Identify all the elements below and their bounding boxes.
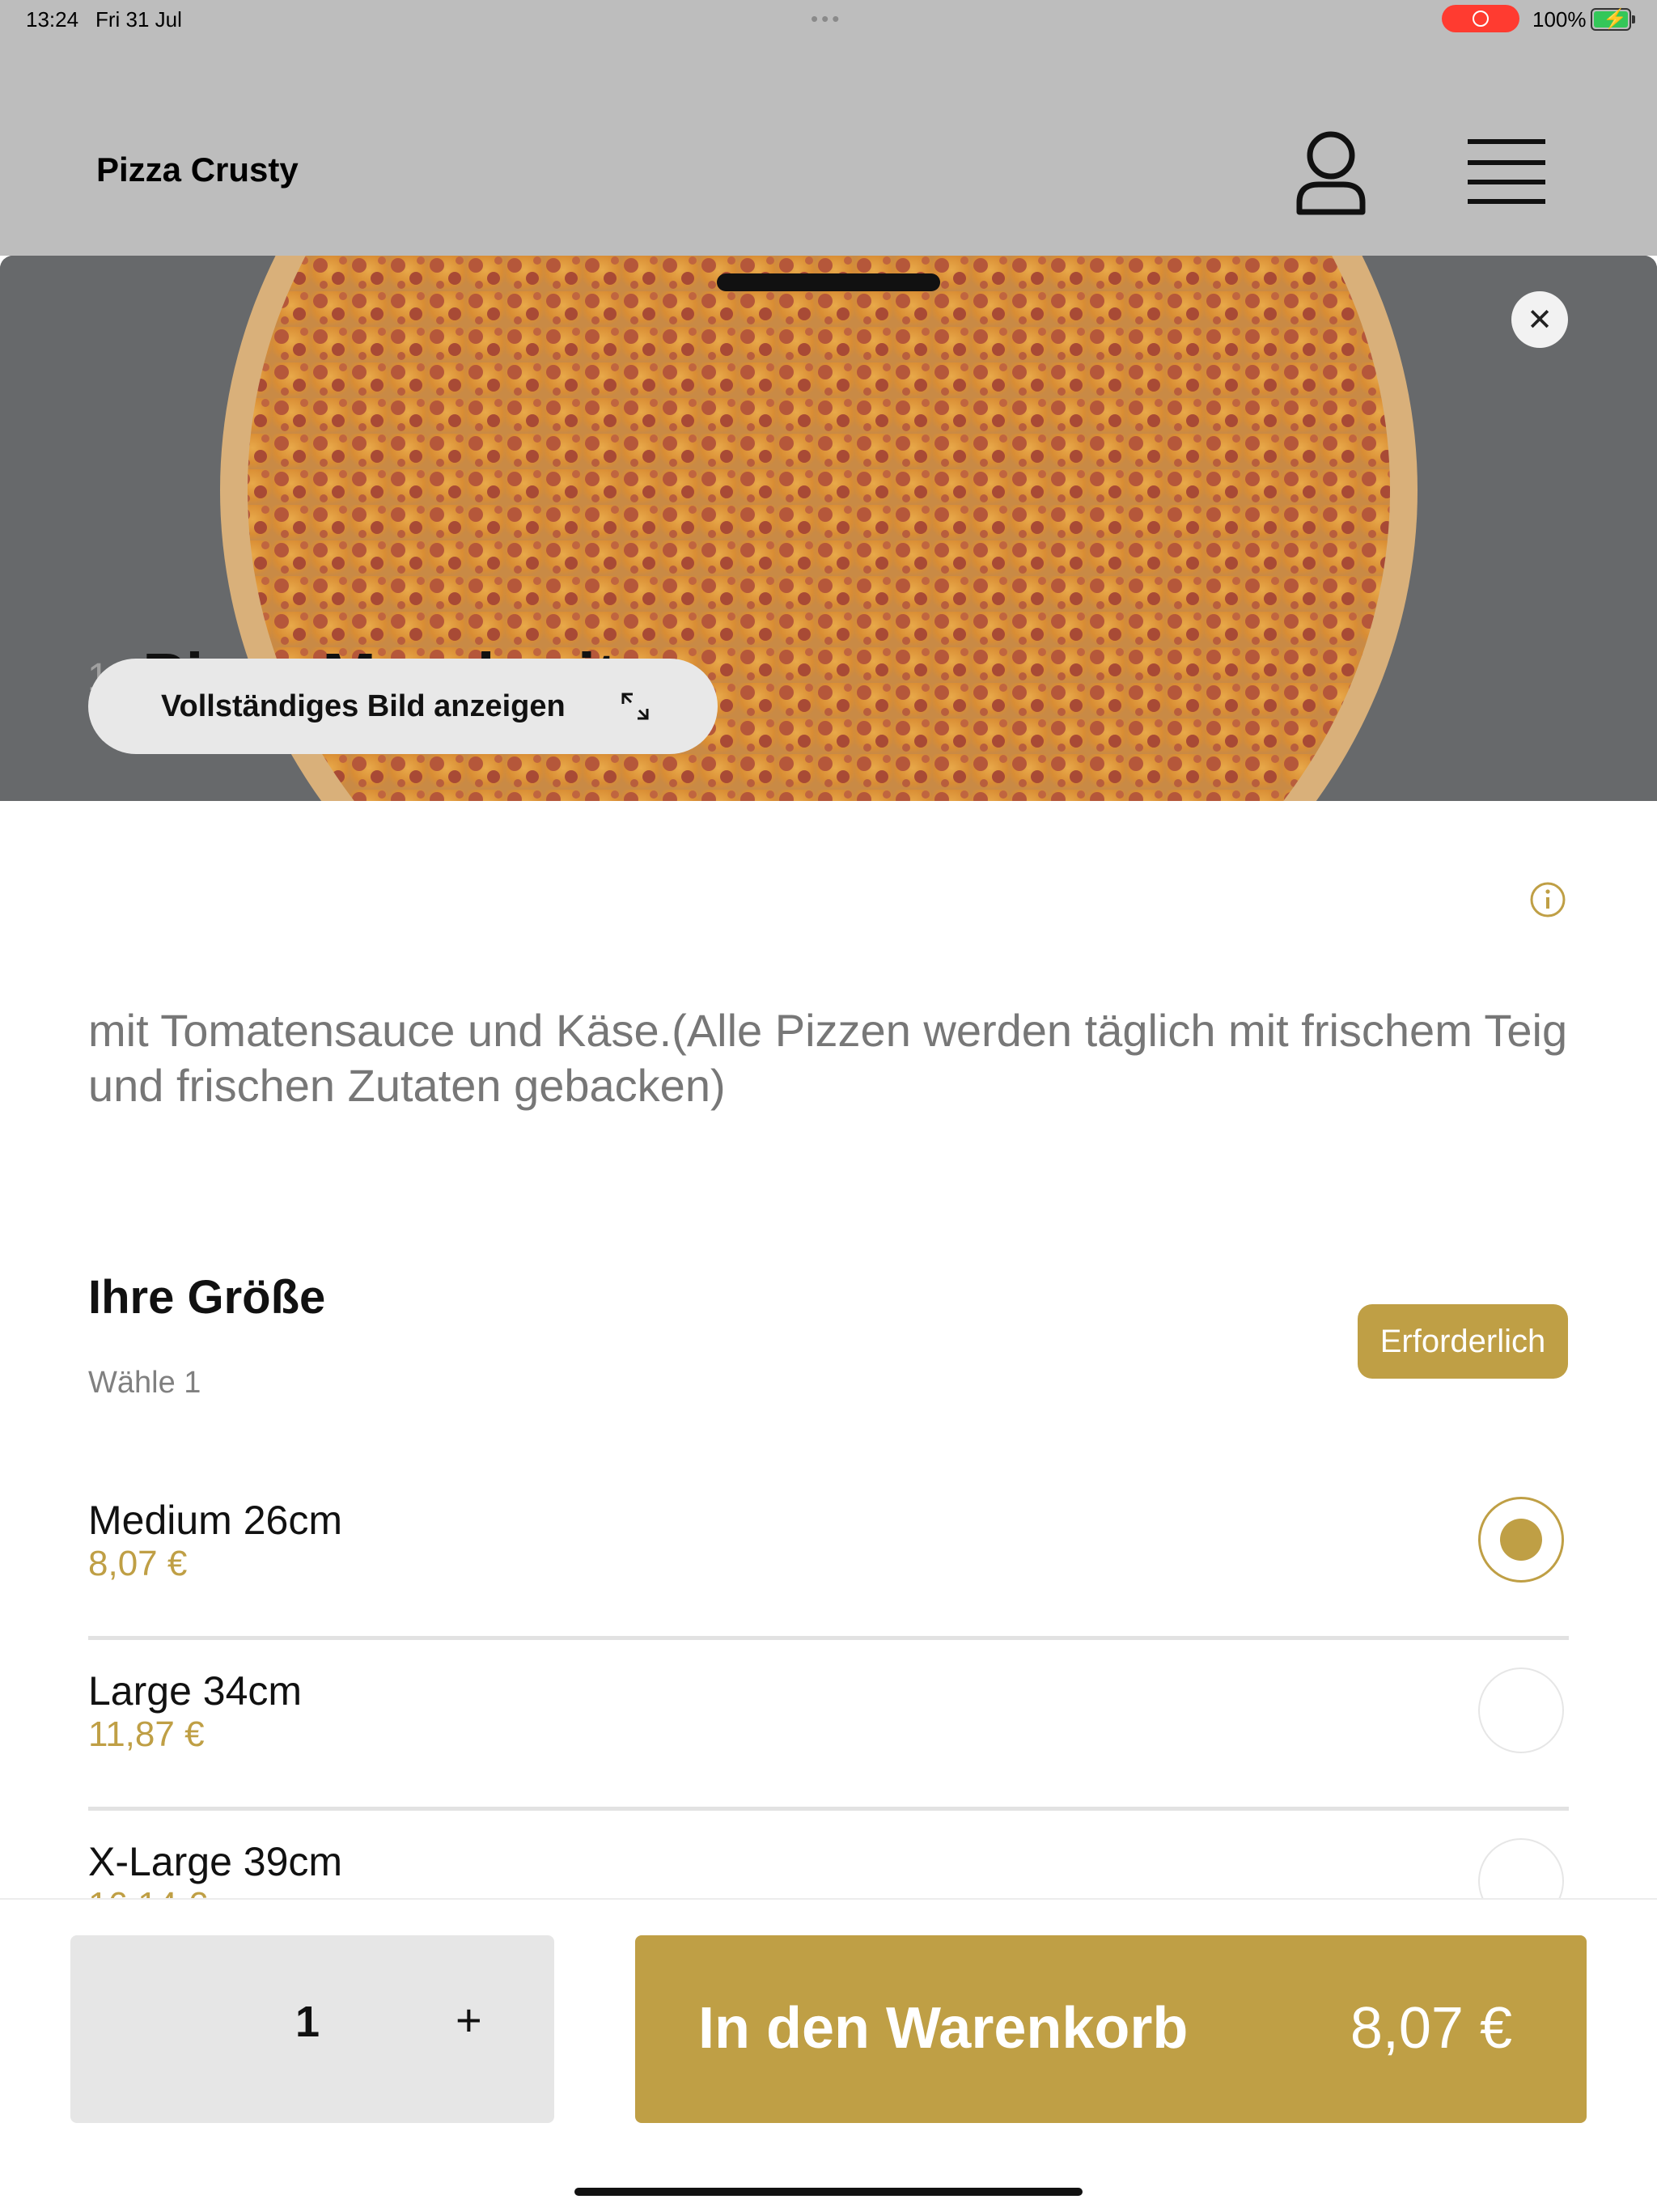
- bottom-action-bar: 1 + In den Warenkorb 8,07 €: [0, 1898, 1657, 2212]
- size-option-medium[interactable]: Medium 26cm 8,07 €: [88, 1469, 1569, 1640]
- size-option-radio[interactable]: [1478, 1667, 1564, 1753]
- required-badge: Erforderlich: [1358, 1304, 1568, 1379]
- size-option-name: X-Large 39cm: [88, 1839, 343, 1884]
- multitasking-dots-icon[interactable]: •••: [811, 6, 842, 32]
- size-option-xlarge[interactable]: X-Large 39cm 16,14 €: [88, 1811, 1569, 1899]
- add-to-cart-amount: 8,07 €: [1350, 1996, 1512, 2061]
- add-to-cart-button[interactable]: In den Warenkorb 8,07 €: [635, 1935, 1587, 2123]
- product-image: ✕ Vollständiges Bild anzeigen: [0, 256, 1657, 801]
- show-full-image-button[interactable]: Vollständiges Bild anzeigen: [88, 659, 718, 754]
- quantity-value: 1: [295, 1998, 320, 2046]
- size-option-name: Large 34cm: [88, 1668, 303, 1714]
- increment-button[interactable]: +: [456, 1994, 482, 2046]
- menu-icon[interactable]: [1466, 138, 1547, 206]
- size-option-radio[interactable]: [1478, 1497, 1564, 1583]
- item-description: mit Tomatensauce und Käse.(Alle Pizzen w…: [88, 1005, 1568, 1111]
- app-title: Pizza Crusty: [96, 150, 299, 189]
- size-option-large[interactable]: Large 34cm 11,87 €: [88, 1640, 1569, 1811]
- size-section-heading: Ihre Größe: [88, 1271, 326, 1324]
- status-time: 13:24: [26, 7, 79, 32]
- home-indicator[interactable]: [574, 2188, 1083, 2196]
- status-date: Fri 31 Jul: [95, 7, 182, 32]
- profile-icon[interactable]: [1295, 128, 1367, 217]
- size-option-name: Medium 26cm: [88, 1498, 342, 1543]
- screen-recording-icon[interactable]: [1442, 5, 1519, 32]
- size-option-price: 16,14 €: [88, 1885, 207, 1899]
- size-option-radio[interactable]: [1478, 1838, 1564, 1899]
- info-icon[interactable]: [1529, 881, 1566, 918]
- size-option-price: 8,07 €: [88, 1544, 188, 1583]
- size-options-list: Medium 26cm 8,07 € Large 34cm 11,87 € X-…: [88, 1469, 1569, 1899]
- sheet-grabber[interactable]: [717, 273, 940, 291]
- size-option-price: 11,87 €: [88, 1714, 205, 1754]
- battery-icon: ⚡: [1591, 8, 1635, 31]
- show-full-image-label: Vollständiges Bild anzeigen: [161, 689, 566, 723]
- quantity-stepper[interactable]: 1 +: [70, 1935, 554, 2123]
- size-section-subheading: Wähle 1: [88, 1366, 201, 1400]
- add-to-cart-label: In den Warenkorb: [698, 1996, 1189, 2061]
- status-bar: 13:24 Fri 31 Jul ••• 100% ⚡: [0, 0, 1657, 39]
- expand-icon: [621, 693, 649, 720]
- close-icon[interactable]: ✕: [1511, 291, 1568, 348]
- battery-percent: 100%: [1532, 7, 1587, 32]
